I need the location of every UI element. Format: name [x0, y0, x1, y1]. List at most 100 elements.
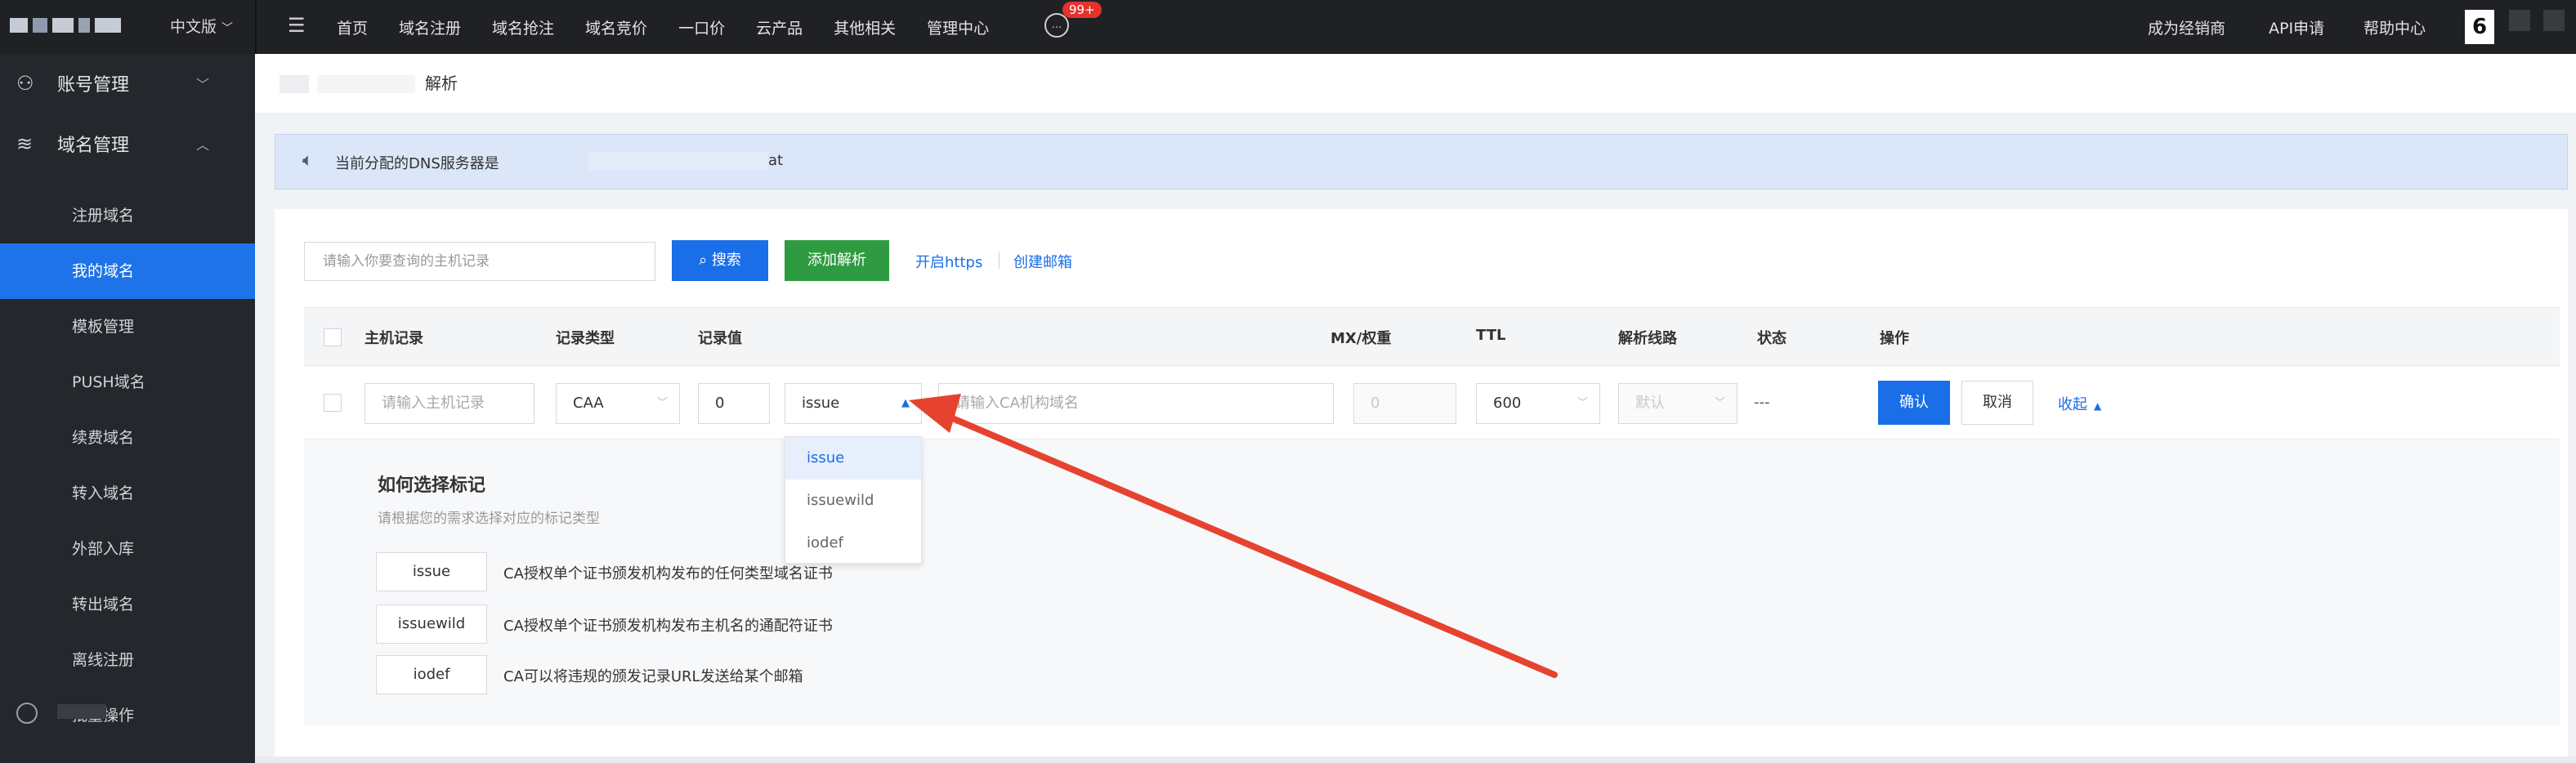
- sidebar-item-push-domain[interactable]: PUSH域名: [0, 355, 255, 410]
- nav-help-center[interactable]: 帮助中心: [2364, 16, 2426, 38]
- search-button[interactable]: ⌕ 搜索: [672, 240, 768, 281]
- col-host: 主机记录: [364, 330, 423, 347]
- chevron-up-icon: ︿: [196, 137, 210, 153]
- sidebar-group-icon[interactable]: [16, 703, 38, 724]
- toolbar-square-icon[interactable]: [2509, 10, 2530, 31]
- sidebar-item-transfer-in[interactable]: 转入域名: [0, 466, 255, 521]
- confirm-button[interactable]: 确认: [1878, 381, 1950, 425]
- sidebar-item-my-domains[interactable]: 我的域名: [0, 243, 255, 299]
- caret-up-icon: ▲: [901, 397, 910, 409]
- sidebar-group-label-placeholder: [57, 704, 106, 719]
- panel-bottom-strip: [255, 756, 2576, 763]
- nav-domain-register[interactable]: 域名注册: [399, 16, 461, 38]
- user-avatar[interactable]: 6: [2465, 10, 2494, 44]
- chevron-down-icon: ﹀: [1576, 397, 1588, 409]
- sidebar-item-register-domain[interactable]: 注册域名: [0, 188, 255, 243]
- logo[interactable]: [10, 18, 121, 33]
- enable-https-link[interactable]: 开启https: [915, 251, 982, 272]
- chevron-down-icon: ﹀: [221, 22, 234, 35]
- record-type-select[interactable]: CAA ﹀: [556, 383, 680, 424]
- host-record-input[interactable]: 请输入主机记录: [364, 383, 534, 424]
- add-record-button[interactable]: 添加解析: [785, 240, 889, 281]
- table-header: [304, 307, 2560, 366]
- host-record-search-input[interactable]: 请输入你要查询的主机记录: [304, 242, 655, 281]
- help-title: 如何选择标记: [378, 475, 486, 496]
- topbar-divider: [255, 0, 257, 54]
- language-selector[interactable]: 中文版 ﹀: [170, 15, 233, 37]
- message-count-badge: 99+: [1062, 2, 1102, 18]
- nav-home[interactable]: 首页: [337, 16, 368, 38]
- caa-tag-select[interactable]: issue ▲: [785, 383, 922, 424]
- speaker-icon: 🔈︎: [302, 150, 314, 171]
- breadcrumb-redacted: [317, 75, 415, 93]
- link-separator: [999, 252, 1000, 269]
- user-icon: ⚇: [16, 72, 34, 95]
- sidebar: ⚇ 账号管理 ﹀ ≋ 域名管理 ︿ 注册域名 我的域名 模板管理 PUSH域名 …: [0, 54, 255, 763]
- search-icon: ⌕: [699, 252, 708, 269]
- menu-icon[interactable]: ☰: [288, 14, 306, 37]
- help-tag-desc: CA授权单个证书颁发机构发布的任何类型域名证书: [503, 565, 833, 582]
- sidebar-item-template-manage[interactable]: 模板管理: [0, 299, 255, 355]
- nav-other[interactable]: 其他相关: [834, 16, 896, 38]
- ttl-select[interactable]: 600 ﹀: [1476, 383, 1600, 424]
- mx-weight-input: 0: [1353, 383, 1456, 424]
- dropdown-option-iodef[interactable]: iodef: [785, 522, 921, 564]
- nav-domain-auction[interactable]: 域名竞价: [585, 16, 647, 38]
- sidebar-item-renew-domain[interactable]: 续费域名: [0, 410, 255, 466]
- sidebar-item-transfer-out[interactable]: 转出域名: [0, 577, 255, 632]
- page-title: 解析: [425, 74, 458, 93]
- nav-management-center[interactable]: 管理中心: [927, 16, 989, 38]
- dns-notice-tail: at: [768, 152, 784, 169]
- select-all-checkbox[interactable]: [324, 328, 342, 346]
- dropdown-option-issuewild[interactable]: issuewild: [785, 480, 921, 522]
- help-tag-issuewild: issuewild: [376, 605, 487, 644]
- dropdown-option-issue[interactable]: issue: [785, 437, 921, 480]
- help-tag-iodef: iodef: [376, 655, 487, 694]
- col-line: 解析线路: [1618, 330, 1677, 347]
- sidebar-group-domain[interactable]: ≋ 域名管理 ︿: [0, 114, 255, 173]
- nav-cloud-products[interactable]: 云产品: [756, 16, 803, 38]
- caa-tag-dropdown: issue issuewild iodef: [785, 436, 922, 564]
- status-value: ---: [1754, 394, 1770, 411]
- col-status: 状态: [1757, 330, 1787, 347]
- collapse-label: 收起: [2058, 396, 2087, 413]
- nav-become-reseller[interactable]: 成为经销商: [2148, 16, 2225, 38]
- sidebar-group-label: 域名管理: [57, 136, 130, 156]
- dns-server-redacted: [588, 152, 768, 170]
- main-nav: 首页 域名注册 域名抢注 域名竞价 一口价 云产品 其他相关 管理中心: [337, 16, 989, 38]
- toolbar-square-icon[interactable]: [2543, 10, 2565, 31]
- sidebar-group-account[interactable]: ⚇ 账号管理 ﹀: [0, 54, 255, 113]
- chevron-down-icon: ﹀: [656, 397, 668, 409]
- help-tag-desc: CA可以将违规的颁发记录URL发送给某个邮箱: [503, 668, 803, 685]
- layers-icon: ≋: [16, 132, 34, 155]
- language-label: 中文版: [170, 18, 217, 36]
- sidebar-item-offline-register[interactable]: 离线注册: [0, 632, 255, 688]
- message-icon[interactable]: …: [1044, 13, 1069, 38]
- col-type: 记录类型: [556, 330, 615, 347]
- search-button-label: 搜索: [711, 252, 741, 269]
- chevron-down-icon: ﹀: [1714, 397, 1725, 409]
- sidebar-group-label: 账号管理: [57, 75, 130, 96]
- ca-domain-input[interactable]: 请输入CA机构域名: [938, 383, 1334, 424]
- create-mailbox-link[interactable]: 创建邮箱: [1013, 251, 1072, 272]
- help-tag-issue: issue: [376, 552, 487, 591]
- nav-fixed-price[interactable]: 一口价: [678, 16, 725, 38]
- collapse-link[interactable]: 收起 ▲: [2058, 393, 2101, 414]
- resolve-line-select: 默认 ﹀: [1618, 383, 1737, 424]
- breadcrumb-bar: [255, 54, 2576, 113]
- row-checkbox[interactable]: [324, 394, 342, 412]
- top-navigation-bar: 中文版 ﹀ ☰ 首页 域名注册 域名抢注 域名竞价 一口价 云产品 其他相关 管理…: [0, 0, 2576, 54]
- caa-flag-input[interactable]: 0: [698, 383, 770, 424]
- col-mx-weight: MX/权重: [1330, 330, 1392, 347]
- nav-api-apply[interactable]: API申请: [2269, 16, 2324, 38]
- sidebar-item-batch-operation[interactable]: 批量操作: [0, 688, 255, 743]
- cancel-button[interactable]: 取消: [1961, 381, 2033, 425]
- dns-notice-text: 当前分配的DNS服务器是: [335, 155, 499, 172]
- sidebar-item-external-import[interactable]: 外部入库: [0, 521, 255, 577]
- help-subtitle: 请根据您的需求选择对应的标记类型: [378, 511, 600, 527]
- caret-up-icon: ▲: [2094, 400, 2102, 412]
- nav-domain-backorder[interactable]: 域名抢注: [492, 16, 554, 38]
- col-value: 记录值: [698, 330, 742, 347]
- col-actions: 操作: [1880, 330, 1909, 347]
- breadcrumb-redacted: [280, 75, 309, 93]
